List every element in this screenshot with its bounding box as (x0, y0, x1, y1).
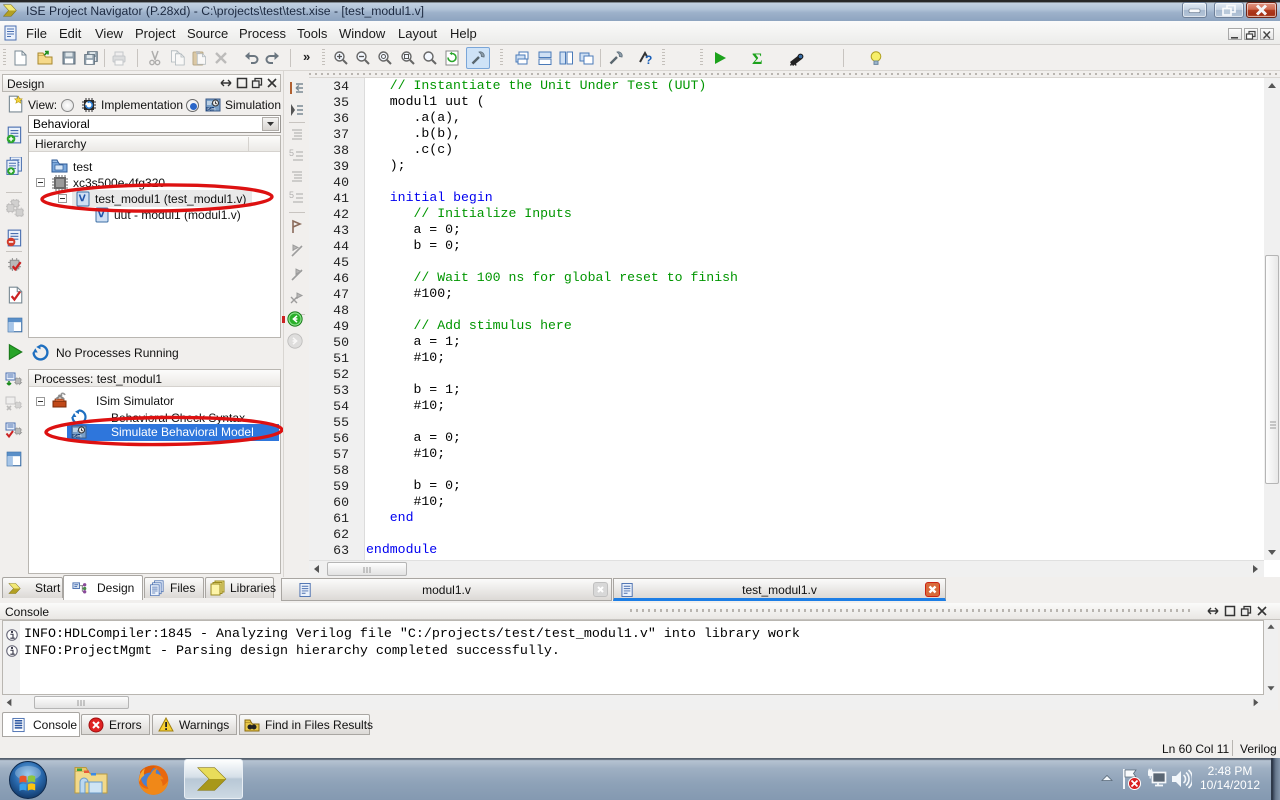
svg-text:5: 5 (289, 190, 294, 200)
svg-text:?: ? (645, 53, 652, 66)
svg-text:ISim: ISim (207, 107, 216, 112)
svg-text:Σ: Σ (752, 51, 762, 66)
svg-text:5: 5 (289, 148, 294, 158)
